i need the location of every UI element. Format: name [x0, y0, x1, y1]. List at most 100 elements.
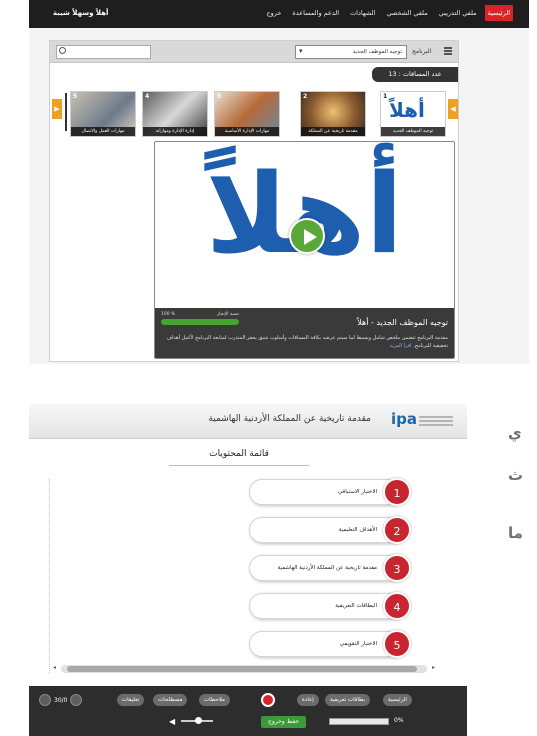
replay-button[interactable]: إعادة [297, 694, 319, 706]
toc-item-cards[interactable]: البطاقات التعريفية 4 [249, 592, 411, 620]
course-thumb-caption: مهارات الإدارة الأساسية [215, 127, 279, 136]
cropped-text: ث [508, 466, 524, 484]
toc-item-label: الأهداف التعليمية [338, 527, 377, 533]
ipa-logo: ipa [391, 410, 455, 432]
scroll-left-icon[interactable]: ◂ [53, 664, 56, 671]
ahlan-logo-small: أهلاً [389, 98, 425, 122]
record-icon[interactable] [261, 693, 275, 707]
cards-button[interactable]: بطاقات تعريفية [325, 694, 371, 706]
toc-item-number: 2 [383, 516, 411, 544]
carousel-divider [65, 93, 67, 131]
volume-control[interactable]: ◀ [169, 716, 219, 726]
filter-toolbar: ▾ توجيه الموظف الجديد البرنامج [50, 41, 458, 63]
course-progress-bar [329, 718, 389, 725]
course-thumb-number: 3 [217, 93, 222, 100]
course-preview-player: أهلاً 100 % نسبة الإنجاز توجيه الموظف ال… [154, 141, 455, 359]
home-button[interactable]: الرئيسية [383, 694, 412, 706]
courses-panel: ▾ توجيه الموظف الجديد البرنامج عدد المسا… [49, 40, 459, 362]
nav-item-support[interactable]: الدعم والمساعدة [289, 5, 342, 21]
ipa-logo-mark: ipa [391, 410, 418, 428]
toc-item-posttest[interactable]: الاختبار التقويمي 5 [249, 630, 411, 658]
scrollbar-thumb[interactable] [67, 666, 417, 672]
course-thumb-number: 2 [303, 93, 308, 100]
search-icon [59, 47, 66, 54]
course-count-badge: عدد المساقات : 13 [372, 67, 458, 82]
toc-item-number: 4 [383, 592, 411, 620]
program-label: البرنامج [412, 48, 432, 55]
player-controls: 30/0 تعليقات مصطلحات ملاحظات إعادة بطاقا… [29, 686, 467, 736]
nav-item-profile[interactable]: ملفي الشخصي [383, 5, 430, 21]
course-thumb[interactable]: 5 مهارات العمل والاتصال [70, 91, 136, 137]
toc-item-label: الاختبار الاستباقي [338, 489, 377, 495]
search-input[interactable] [56, 45, 151, 59]
volume-knob[interactable] [195, 717, 202, 724]
save-and-exit-button[interactable]: حفظ وخروج [261, 716, 307, 728]
nav-item-certificates[interactable]: الشهادات [347, 5, 378, 21]
page-counter: 30/0 [54, 696, 68, 704]
play-button[interactable] [289, 218, 325, 254]
toc-item-history[interactable]: مقدمة تاريخية عن المملكة الأردنية الهاشم… [249, 554, 411, 582]
course-header: ipa مقدمة تاريخية عن المملكة الأردنية ال… [29, 404, 467, 438]
course-title: مقدمة تاريخية عن المملكة الأردنية الهاشم… [208, 414, 371, 424]
progress-track [161, 319, 239, 325]
course-description: مقدمة البرنامج تتضمن ملخص شامل وبسيط لما… [161, 334, 448, 350]
menu-icon[interactable] [444, 47, 452, 55]
toc-item-label: البطاقات التعريفية [335, 603, 377, 609]
toc-item-objectives[interactable]: الأهداف التعليمية 2 [249, 516, 411, 544]
course-thumb-caption: إدارة الإدارة ومهاراته [143, 127, 207, 136]
prev-page-button[interactable] [39, 694, 51, 706]
course-progress-percent: 0% [394, 717, 404, 724]
course-thumb-caption: توجيه الموظف الجديد [381, 127, 445, 136]
preview-image: أهلاً [155, 142, 454, 310]
carousel-prev-button[interactable]: ▶ [52, 99, 62, 119]
course-thumb[interactable]: 3 مهارات الإدارة الأساسية [214, 91, 280, 137]
course-thumb[interactable]: 1 أهلاً توجيه الموظف الجديد [380, 91, 446, 137]
glossary-button[interactable]: مصطلحات [153, 694, 188, 706]
page-navigator: 30/0 [39, 693, 83, 707]
nav-item-home[interactable]: الرئيسية [484, 5, 513, 21]
toc-heading: قائمة المحتويات [209, 449, 269, 459]
ipa-logo-tagline [419, 416, 453, 418]
top-navbar: أهلاً وسهلاً شيبة الرئيسية ملفي التدريبي… [29, 0, 529, 28]
toc-item-label: الاختبار التقويمي [339, 641, 377, 647]
carousel-next-button[interactable]: ◀ [448, 99, 458, 119]
speaker-icon: ◀ [169, 717, 176, 726]
toc-item-pretest[interactable]: الاختبار الاستباقي 1 [249, 478, 411, 506]
comments-button[interactable]: تعليقات [117, 694, 145, 706]
nav-item-training-file[interactable]: ملفي التدريبي [436, 5, 480, 21]
course-player-screenshot: ipa مقدمة تاريخية عن المملكة الأردنية ال… [29, 404, 467, 736]
course-thumb-caption: مقدمة تاريخية عن المملكة [301, 127, 365, 136]
read-more-link[interactable]: اقرأ المزيد [389, 343, 411, 349]
horizontal-scrollbar[interactable]: ◂ ▸ [53, 664, 435, 673]
notes-button[interactable]: ملاحظات [199, 694, 230, 706]
divider [169, 465, 309, 466]
next-page-button[interactable] [70, 694, 83, 706]
nav-menu: الرئيسية ملفي التدريبي ملفي الشخصي الشها… [263, 5, 513, 21]
portal-screenshot: أهلاً وسهلاً شيبة الرئيسية ملفي التدريبي… [29, 0, 529, 364]
welcome-text: أهلاً وسهلاً شيبة [53, 9, 109, 17]
toc-item-number: 1 [383, 478, 411, 506]
program-select[interactable]: ▾ توجيه الموظف الجديد [295, 45, 407, 59]
course-info: 100 % نسبة الإنجاز توجيه الموظف الجديد -… [155, 308, 454, 358]
progress-label: نسبة الإنجاز [217, 312, 239, 317]
program-select-value: توجيه الموظف الجديد [352, 49, 402, 55]
course-thumb-number: 5 [73, 93, 78, 100]
chevron-down-icon: ▾ [299, 47, 303, 55]
ahlan-logo: أهلاً [205, 150, 404, 278]
toc-item-number: 5 [383, 630, 411, 658]
course-thumb-number: 4 [145, 93, 150, 100]
toc-item-label: مقدمة تاريخية عن المملكة الأردنية الهاشم… [277, 565, 377, 571]
course-thumb-number: 1 [383, 93, 388, 100]
cropped-text: ما [508, 524, 523, 542]
course-thumb[interactable]: 2 مقدمة تاريخية عن المملكة [300, 91, 366, 137]
scroll-right-icon[interactable]: ▸ [432, 664, 435, 671]
course-thumb[interactable]: 4 إدارة الإدارة ومهاراته [142, 91, 208, 137]
progress-percent: 100 % [161, 312, 176, 317]
course-carousel: ▶ 5 مهارات العمل والاتصال 4 إدارة الإدار… [50, 89, 458, 141]
cropped-text: ي [508, 424, 522, 442]
course-title: توجيه الموظف الجديد - أهلاً [357, 318, 448, 327]
toc-item-number: 3 [383, 554, 411, 582]
vertical-scrollbar[interactable] [49, 479, 57, 673]
course-thumb-caption: مهارات العمل والاتصال [71, 127, 135, 136]
nav-item-logout[interactable]: خروج [263, 5, 284, 21]
